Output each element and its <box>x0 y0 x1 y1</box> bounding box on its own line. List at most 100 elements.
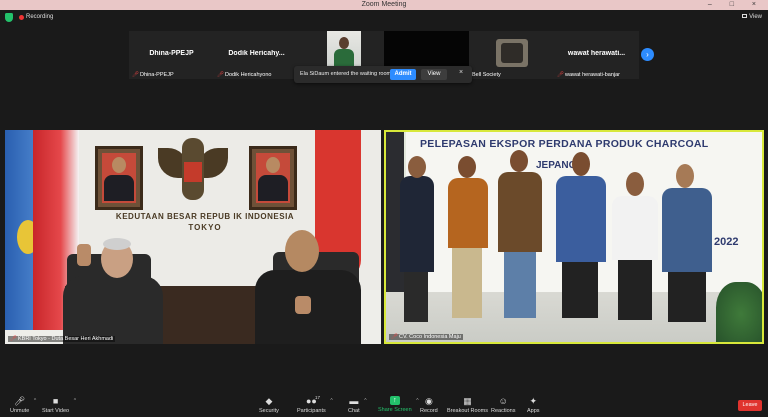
participant-tile[interactable]: Dodik Hericahy... 🎤︎Dodik Hericahyono <box>214 31 299 79</box>
participant-label: 🎤︎Dodik Hericahyono <box>217 72 271 78</box>
participant-name: Dhina-PPEJP <box>149 50 194 57</box>
plant-image <box>716 282 762 342</box>
person-image <box>452 248 482 318</box>
record-icon: ◉ <box>424 396 433 406</box>
muted-mic-icon: 🎤︎ <box>10 336 17 342</box>
participant-name: wawat herawati... <box>567 50 626 57</box>
record-button[interactable]: ◉ Record <box>420 396 438 414</box>
meeting-topbar: Recording View <box>0 10 768 26</box>
security-shield-icon[interactable] <box>5 13 13 22</box>
person-image <box>662 188 712 272</box>
banner-text-line1: PELEPASAN EKSPOR PERDANA PRODUK CHARCOAL <box>420 138 709 150</box>
view-button[interactable]: View <box>742 13 762 22</box>
security-button[interactable]: ◆ Security <box>259 396 279 414</box>
participant-label-text: Dodik Hericahyono <box>224 72 272 78</box>
person-image <box>612 196 658 260</box>
person-image <box>408 156 426 178</box>
chevron-up-icon[interactable]: ^ <box>364 398 366 404</box>
video-label: 🎤︎KBRI Tokyo - Duta Besar Heri Akhmadi <box>8 336 116 342</box>
breakout-rooms-label: Breakout Rooms <box>447 408 488 414</box>
wall-sign-line1: KEDUTAAN BESAR REPUB IK INDONESIA <box>115 212 295 221</box>
participant-tile-video[interactable]: Bell Society <box>469 31 554 79</box>
chat-label: Chat <box>348 408 360 414</box>
apps-button[interactable]: ✦ Apps <box>527 396 540 414</box>
leave-button[interactable]: Leave <box>738 400 762 411</box>
share-screen-icon: ↑ <box>389 396 400 405</box>
apps-icon: ✦ <box>529 396 538 406</box>
breakout-rooms-button[interactable]: ▦ Breakout Rooms <box>447 396 488 414</box>
participants-label: Participants <box>297 408 326 414</box>
person-image <box>498 172 542 252</box>
person-image <box>458 156 476 178</box>
participant-label-text: Bell Society <box>472 72 501 78</box>
shield-icon: ◆ <box>265 396 273 406</box>
view-waiting-room-button[interactable]: View <box>421 69 447 80</box>
muted-mic-icon: 🎤︎ <box>557 72 564 78</box>
next-page-arrow-icon[interactable]: › <box>641 48 654 61</box>
emblem-image <box>158 138 228 204</box>
video-tile-embassy[interactable]: KEDUTAAN BESAR REPUB IK INDONESIA TOKYO … <box>5 130 381 344</box>
waiting-room-message: Ela SiDaum entered the waiting room <box>300 71 392 77</box>
start-video-label: Start Video <box>42 408 70 414</box>
participant-label-text: Dhina-PPEJP <box>139 72 174 78</box>
share-screen-button[interactable]: ↑ Share Screen ^ <box>378 396 419 413</box>
chat-icon: ▬ <box>349 396 359 406</box>
participant-tile[interactable]: wawat herawati... 🎤︎wawat herawati-banja… <box>554 31 639 79</box>
participant-video-thumbnail <box>327 31 361 67</box>
video-tile-active-speaker[interactable]: PELEPASAN EKSPOR PERDANA PRODUK CHARCOAL… <box>384 130 764 344</box>
reactions-button[interactable]: ☺ Reactions <box>491 396 515 414</box>
person-image <box>404 272 428 322</box>
participant-label-text: wawat herawati-banjar <box>564 72 621 78</box>
participant-tile[interactable]: Dhina-PPEJP 🎤︎Dhina-PPEJP <box>129 31 214 79</box>
participant-label: 🎤︎wawat herawati-banjar <box>557 72 620 78</box>
waving-hand-image <box>77 244 91 266</box>
person-image <box>285 230 319 272</box>
chevron-up-icon[interactable]: ^ <box>416 398 418 404</box>
video-off-icon: ■ <box>52 396 59 406</box>
reactions-icon: ☺ <box>498 396 508 406</box>
person-image <box>504 252 536 318</box>
chevron-up-icon[interactable]: ^ <box>74 398 76 404</box>
video-label-text: KBRI Tokyo - Duta Besar Heri Akhmadi <box>17 336 114 342</box>
record-label: Record <box>420 408 438 414</box>
participant-video-thumbnail <box>496 39 528 67</box>
muted-mic-icon: 🎤︎ <box>132 72 139 78</box>
chat-button[interactable]: ▬ Chat ^ <box>348 396 367 414</box>
security-label: Security <box>259 408 279 414</box>
reactions-label: Reactions <box>491 408 516 414</box>
person-image <box>400 176 434 272</box>
close-icon[interactable]: × <box>459 69 463 76</box>
participants-button[interactable]: ●● 17 Participants ^ <box>297 395 333 414</box>
recording-label[interactable]: Recording <box>26 13 53 22</box>
chevron-up-icon[interactable]: ^ <box>330 398 332 404</box>
participant-label: 🎤︎Dhina-PPEJP <box>132 72 174 78</box>
person-image <box>676 164 694 188</box>
banner-text-line2: JEPANG <box>536 160 577 171</box>
muted-mic-icon: 🎤︎ <box>13 396 26 406</box>
participant-name: Dodik Hericahy... <box>228 50 285 57</box>
start-video-button[interactable]: ■ Start Video ^ <box>42 396 76 414</box>
unmute-button[interactable]: 🎤︎ Unmute ^ <box>10 396 36 414</box>
person-image <box>556 176 606 262</box>
muted-mic-icon: 🎤︎ <box>217 72 224 78</box>
person-image <box>618 260 652 320</box>
mic-icon: 🎤︎ <box>391 334 398 340</box>
banner-year: 2022 <box>714 236 739 248</box>
person-image <box>63 276 163 344</box>
waiting-room-notification: Ela SiDaum entered the waiting room Admi… <box>294 66 472 83</box>
breakout-rooms-icon: ▦ <box>463 396 472 406</box>
share-screen-label: Share Screen <box>378 407 412 413</box>
apps-label: Apps <box>527 408 540 414</box>
chevron-up-icon[interactable]: ^ <box>34 398 36 404</box>
participant-label: Bell Society <box>472 72 501 78</box>
person-hair-image <box>103 238 131 250</box>
portrait-image <box>95 146 143 210</box>
window-controls[interactable]: – □ × <box>708 1 764 8</box>
portrait-image <box>249 146 297 210</box>
participants-icon: ●● <box>305 396 317 406</box>
person-image <box>510 150 528 172</box>
video-label-text: CV. Coco Indonesia Maju <box>398 334 461 340</box>
person-image <box>572 152 590 176</box>
admit-button[interactable]: Admit <box>390 69 416 80</box>
wall-sign-line2: TOKYO <box>188 223 222 232</box>
